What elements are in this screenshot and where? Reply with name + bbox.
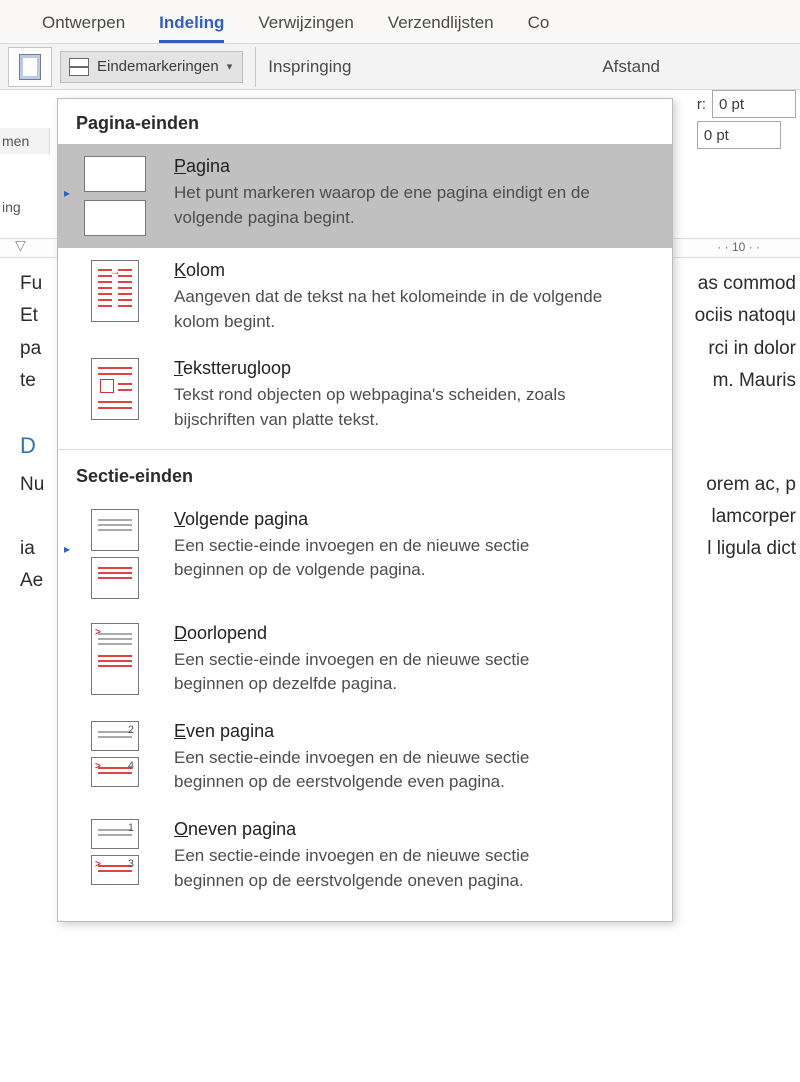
dropdown-separator	[58, 449, 672, 450]
doc-line: m. Mauris	[713, 365, 796, 397]
margins-button[interactable]	[8, 47, 52, 87]
doc-line: te	[20, 365, 36, 397]
doc-line: pa	[20, 333, 41, 365]
ribbon-tabs: Ontwerpen Indeling Verwijzingen Verzendl…	[0, 0, 800, 44]
item-text-wrap-break[interactable]: Tekstterugloop Tekst rond objecten op we…	[58, 346, 672, 444]
item-desc: Tekst rond objecten op webpagina's schei…	[174, 383, 604, 432]
item-desc: Een sectie-einde invoegen en de nieuwe s…	[174, 844, 604, 893]
item-title: Pagina	[174, 156, 604, 177]
doc-line: Et	[20, 300, 38, 332]
doc-line: Nu	[20, 469, 44, 501]
doc-line: Fu	[20, 268, 42, 300]
item-title: Kolom	[174, 260, 604, 281]
column-break-icon: →	[80, 260, 150, 322]
doc-line: ociis natoqu	[695, 300, 796, 332]
tab-co-fragment[interactable]: Co	[528, 13, 550, 43]
doc-line: ia	[20, 533, 35, 565]
margins-icon	[19, 54, 41, 80]
breaks-dropdown-menu: Pagina-einden ▸ Pagina Het punt markeren…	[57, 98, 673, 922]
spacing-inputs: r: 0 pt 0 pt	[697, 90, 800, 149]
page-break-icon	[80, 156, 150, 236]
section-page-breaks: Pagina-einden	[58, 99, 672, 144]
item-desc: Een sectie-einde invoegen en de nieuwe s…	[174, 648, 604, 697]
breaks-button-label: Eindemarkeringen	[97, 58, 219, 75]
spacing-after-input[interactable]: 0 pt	[697, 121, 781, 149]
partial-label-men: men	[0, 128, 50, 154]
item-title: Volgende pagina	[174, 509, 604, 530]
caret-icon: ▸	[64, 542, 70, 556]
section-even-page-icon: 2 >4	[80, 721, 150, 787]
chevron-down-icon: ▾	[227, 60, 233, 73]
section-section-breaks: Sectie-einden	[58, 452, 672, 497]
doc-line: orem ac, p	[706, 469, 796, 501]
section-next-page-icon	[80, 509, 150, 599]
doc-line: rci in dolor	[708, 333, 796, 365]
item-column-break[interactable]: → Kolom Aangeven dat de tekst na het kol…	[58, 248, 672, 346]
tab-verzendlijsten[interactable]: Verzendlijsten	[388, 13, 494, 43]
breaks-dropdown-button[interactable]: Eindemarkeringen ▾	[60, 51, 243, 83]
section-continuous-icon: >	[80, 623, 150, 695]
ruler-tick-10: · · 10 · ·	[717, 240, 760, 254]
spacing-before-label: r:	[697, 96, 706, 113]
doc-line: l ligula dict	[707, 533, 796, 565]
item-section-even-page[interactable]: 2 >4 Even pagina Een sectie-einde invoeg…	[58, 709, 672, 807]
group-spacing-label: Afstand	[602, 57, 660, 77]
item-desc: Aangeven dat de tekst na het kolomeinde …	[174, 285, 604, 334]
spacing-before-input[interactable]: 0 pt	[712, 90, 796, 118]
doc-line: Ae	[20, 565, 43, 597]
separator	[255, 47, 256, 87]
item-title: Oneven pagina	[174, 819, 604, 840]
item-desc: Het punt markeren waarop de ene pagina e…	[174, 181, 604, 230]
item-title: Doorlopend	[174, 623, 604, 644]
tab-indeling[interactable]: Indeling	[159, 13, 224, 43]
caret-icon: ▸	[64, 186, 70, 200]
section-odd-page-icon: 1 >3	[80, 819, 150, 885]
group-indent-label: Inspringing	[268, 57, 351, 77]
item-title: Even pagina	[174, 721, 604, 742]
item-page-break[interactable]: ▸ Pagina Het punt markeren waarop de ene…	[58, 144, 672, 248]
item-desc: Een sectie-einde invoegen en de nieuwe s…	[174, 534, 604, 583]
item-desc: Een sectie-einde invoegen en de nieuwe s…	[174, 746, 604, 795]
item-section-continuous[interactable]: > Doorlopend Een sectie-einde invoegen e…	[58, 611, 672, 709]
item-section-next-page[interactable]: ▸ Volgende pagina Een sectie-einde invoe…	[58, 497, 672, 611]
breaks-icon	[69, 58, 89, 76]
partial-label-ing: ing	[0, 196, 28, 218]
item-title: Tekstterugloop	[174, 358, 604, 379]
tab-ontwerpen[interactable]: Ontwerpen	[42, 13, 125, 43]
item-section-odd-page[interactable]: 1 >3 Oneven pagina Een sectie-einde invo…	[58, 807, 672, 905]
doc-line: lamcorper	[712, 501, 796, 533]
text-wrap-icon	[80, 358, 150, 420]
doc-line: as commod	[698, 268, 796, 300]
indent-marker-icon[interactable]: ▽	[15, 237, 26, 254]
ribbon-row: Eindemarkeringen ▾ Inspringing Afstand r…	[0, 44, 800, 90]
tab-verwijzingen[interactable]: Verwijzingen	[258, 13, 353, 43]
